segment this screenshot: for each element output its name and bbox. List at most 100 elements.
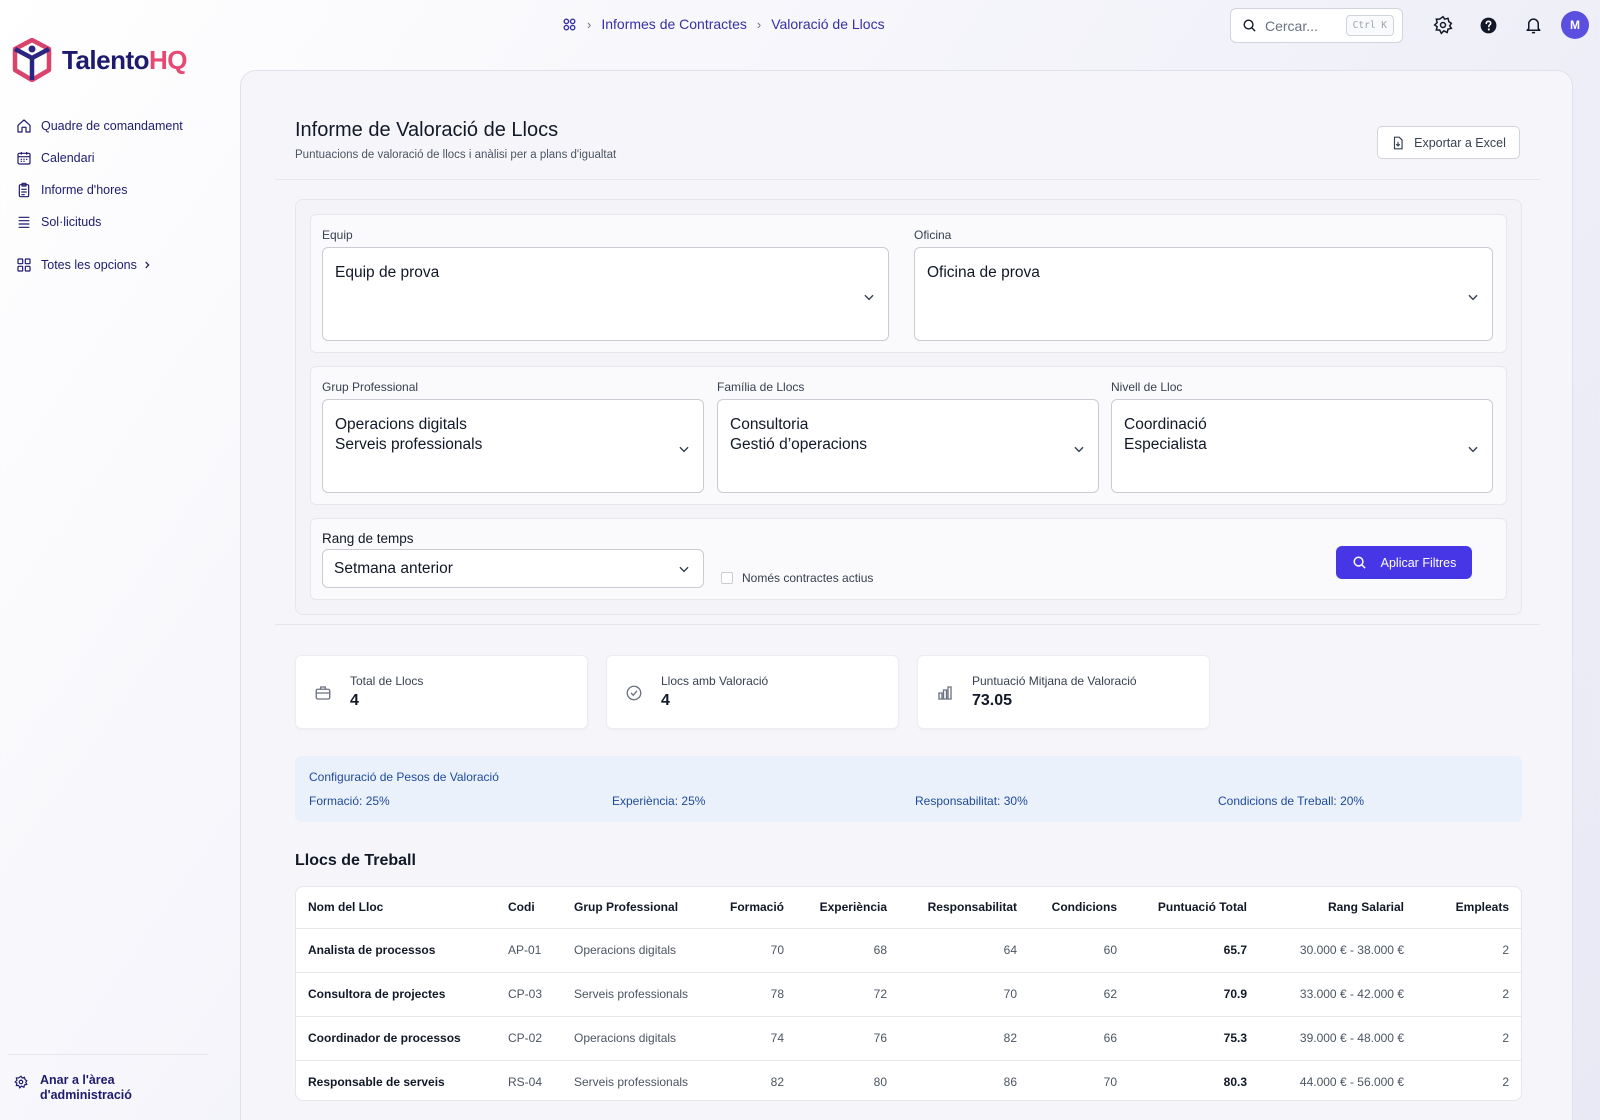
export-excel-button[interactable]: Exportar a Excel [1377, 126, 1520, 159]
sidebar-item-label: Totes les opcions [41, 258, 137, 272]
sidebar-item-calendar[interactable]: Calendari [16, 142, 183, 174]
filter-group-location: Equip Equip de prova Oficina Oficina de … [310, 214, 1507, 353]
filter-group-time: Rang de temps Setmana anterior Només con… [310, 518, 1507, 600]
chevron-right-icon [145, 261, 150, 269]
page-subtitle: Puntuacions de valoració de llocs i anàl… [295, 149, 617, 161]
help-button[interactable] [1477, 14, 1499, 36]
logo-text-accent: HQ [149, 44, 188, 75]
cell-experience: 68 [796, 928, 899, 973]
cell-total-score: 65.7 [1129, 928, 1259, 973]
column-header-responsibility[interactable]: Responsabilitat [899, 887, 1029, 929]
column-header-total-score[interactable]: Puntuació Total [1129, 887, 1259, 929]
active-contracts-toggle[interactable]: Només contractes actius [721, 571, 873, 585]
cell-training: 74 [712, 1016, 796, 1061]
admin-area-line1: Anar a l'àrea [40, 1073, 115, 1087]
section-title: Llocs de Treball [295, 852, 416, 869]
professional-group-value: Serveis professionals [335, 436, 483, 453]
sidebar-item-dashboard[interactable]: Quadre de comandament [16, 110, 183, 142]
stat-value: 73.05 [972, 692, 1013, 709]
sidebar-item-hours-report[interactable]: Informe d'hores [16, 174, 183, 206]
admin-area-link[interactable]: Anar a l'àrea d'administració [8, 1054, 208, 1103]
cell-total-score: 75.3 [1129, 1016, 1259, 1061]
job-family-value: Gestió d’operacions [730, 436, 867, 453]
notifications-button[interactable] [1522, 14, 1544, 36]
table-body: Analista de processos AP-01 Operacions dig… [296, 928, 1521, 1100]
column-header-employees[interactable]: Empleats [1416, 887, 1521, 929]
team-select[interactable]: Equip de prova [322, 247, 889, 341]
sidebar-item-label: Calendari [41, 151, 95, 165]
weight-value: 25% [365, 794, 390, 808]
cell-code: RS-04 [508, 1075, 543, 1090]
column-header-salary-range[interactable]: Rang Salarial [1259, 887, 1416, 929]
cell-name: Consultora de projectes [296, 972, 496, 1017]
weight-value: 25% [681, 794, 706, 808]
apps-icon[interactable] [562, 17, 577, 32]
bar-chart-icon [938, 686, 952, 700]
logo[interactable]: TalentoHQ [12, 38, 188, 82]
search-input[interactable]: Cercar... Ctrl K [1230, 8, 1403, 43]
column-header-group[interactable]: Grup Professional [562, 887, 712, 929]
cell-conditions: 60 [1029, 928, 1129, 973]
cell-conditions: 62 [1029, 972, 1129, 1017]
cell-conditions: 70 [1103, 1075, 1117, 1090]
column-header-conditions[interactable]: Condicions [1029, 887, 1129, 929]
table-row[interactable]: Coordinador de processos CP-02 Operacions … [296, 1016, 1521, 1061]
breadcrumb-item-current[interactable]: Valoració de Llocs [771, 16, 884, 32]
column-header-name[interactable]: Nom del Lloc [296, 887, 496, 929]
filter-group-position: Grup Professional Operacions digitals Se… [310, 366, 1507, 505]
sidebar-item-all-options[interactable]: Totes les opcions [16, 249, 183, 281]
job-family-select[interactable]: Consultoria Gestió d’operacions [717, 399, 1099, 493]
cell-group: Serveis professionals [562, 972, 712, 1017]
column-header-training[interactable]: Formació [712, 887, 796, 929]
job-family-value: Consultoria [730, 416, 809, 433]
apply-filters-button[interactable]: Aplicar Filtres [1336, 546, 1472, 579]
home-icon [17, 119, 31, 133]
stat-value: 4 [661, 692, 670, 709]
cell-responsibility: 82 [899, 1016, 1029, 1061]
filters-panel: Equip Equip de prova Oficina Oficina de … [295, 199, 1522, 615]
column-header-code[interactable]: Codi [496, 887, 562, 929]
sidebar-item-label: Sol·licituds [41, 215, 102, 229]
table-row[interactable]: Responsable de serveis RS-04 Serveis profe… [296, 1060, 1521, 1100]
cell-training: 82 [770, 1075, 784, 1090]
weight-name: Formació: [309, 794, 363, 808]
table-row[interactable]: Consultora de projectes CP-03 Serveis prof… [296, 972, 1521, 1017]
avatar[interactable]: M [1561, 11, 1589, 39]
job-level-select[interactable]: Coordinació Especialista [1111, 399, 1493, 493]
cell-employees: 2 [1502, 1075, 1509, 1090]
time-range-select[interactable]: Setmana anterior [322, 549, 704, 588]
cell-responsibility: 86 [1003, 1075, 1017, 1090]
stat-value: 4 [350, 692, 359, 709]
sidebar-item-requests[interactable]: Sol·licituds [16, 206, 183, 238]
breadcrumb-separator-icon: › [756, 16, 762, 32]
cell-name: Coordinador de processos [296, 1016, 496, 1061]
group-filter-label: Grup Professional [322, 380, 419, 394]
cell-employees: 2 [1416, 1016, 1521, 1061]
active-contracts-label: Només contractes actius [742, 571, 874, 585]
grid-icon [17, 258, 31, 272]
weight-training: Formació: 25% [309, 794, 390, 808]
cell-experience: 76 [796, 1016, 899, 1061]
logo-cube-icon [12, 38, 52, 82]
help-icon [1480, 17, 1496, 33]
family-filter-label: Família de Llocs [717, 380, 805, 394]
column-header-experience[interactable]: Experiència [796, 887, 899, 929]
weight-value: 30% [1003, 794, 1028, 808]
team-select-value: Equip de prova [335, 264, 440, 281]
cell-total-score: 80.3 [1223, 1075, 1247, 1090]
cell-training: 70 [712, 928, 796, 973]
level-filter-label: Nivell de Lloc [1111, 380, 1183, 394]
chevron-down-icon [1468, 446, 1478, 453]
cell-responsibility: 64 [899, 928, 1029, 973]
active-contracts-checkbox[interactable] [721, 572, 733, 584]
settings-button[interactable] [1432, 14, 1454, 36]
calendar-icon [17, 152, 31, 165]
professional-group-select[interactable]: Operacions digitals Serveis professional… [322, 399, 704, 493]
office-select[interactable]: Oficina de prova [914, 247, 1493, 341]
stat-label: Total de Llocs [350, 674, 424, 688]
chevron-down-icon [1074, 446, 1084, 453]
cell-total-score: 70.9 [1129, 972, 1259, 1017]
clipboard-icon [18, 182, 30, 198]
table-row[interactable]: Analista de processos AP-01 Operacions dig… [296, 928, 1521, 973]
breadcrumb-item-contract-reports[interactable]: Informes de Contractes [601, 16, 747, 32]
